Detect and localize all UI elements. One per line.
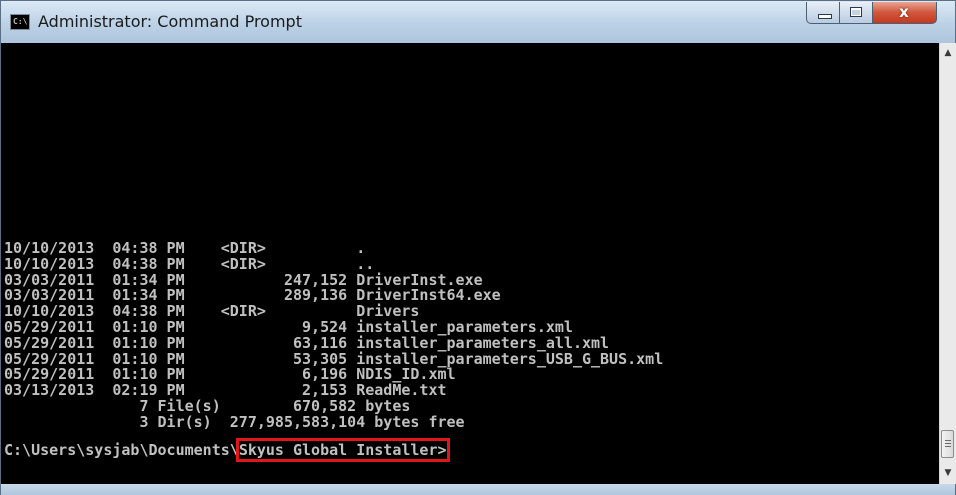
command-prompt-line[interactable]: C:\Users\sysjab\Documents\Skyus Global I… bbox=[4, 437, 663, 462]
prompt-path: C:\Users\sysjab\Documents\ bbox=[4, 440, 239, 459]
command-prompt-window: C:\ Administrator: Command Prompt x 10/1… bbox=[0, 0, 956, 495]
dir-summary-line: 3 Dir(s) 277,985,583,104 bytes free bbox=[4, 412, 465, 431]
command-prompt-icon[interactable]: C:\ bbox=[10, 14, 30, 30]
close-icon: x bbox=[899, 3, 909, 21]
title-bar[interactable]: C:\ Administrator: Command Prompt x bbox=[1, 1, 955, 43]
scroll-thumb[interactable] bbox=[941, 430, 954, 458]
scroll-up-arrow-icon[interactable]: ▲ bbox=[940, 45, 956, 62]
thumb-grip bbox=[945, 443, 951, 444]
scroll-down-arrow-icon[interactable]: ▼ bbox=[940, 465, 956, 482]
maximize-button[interactable] bbox=[840, 2, 873, 24]
highlighted-directory: Skyus Global Installer> bbox=[235, 437, 450, 462]
window-bottom-border bbox=[1, 484, 955, 495]
vertical-scrollbar[interactable]: ▲ ▼ bbox=[939, 43, 956, 484]
directory-listing: 10/10/2013 04:38 PM <DIR> . 10/10/2013 0… bbox=[4, 240, 663, 462]
close-button[interactable]: x bbox=[873, 2, 937, 24]
minimize-icon bbox=[818, 14, 832, 19]
console-output[interactable]: 10/10/2013 04:38 PM <DIR> . 10/10/2013 0… bbox=[1, 43, 939, 484]
thumb-grip bbox=[945, 446, 951, 447]
minimize-button[interactable] bbox=[806, 2, 840, 24]
thumb-grip bbox=[945, 440, 951, 441]
window-title: Administrator: Command Prompt bbox=[38, 12, 302, 31]
maximize-icon bbox=[850, 7, 862, 17]
command-prompt-icon-text: C:\ bbox=[13, 17, 28, 26]
